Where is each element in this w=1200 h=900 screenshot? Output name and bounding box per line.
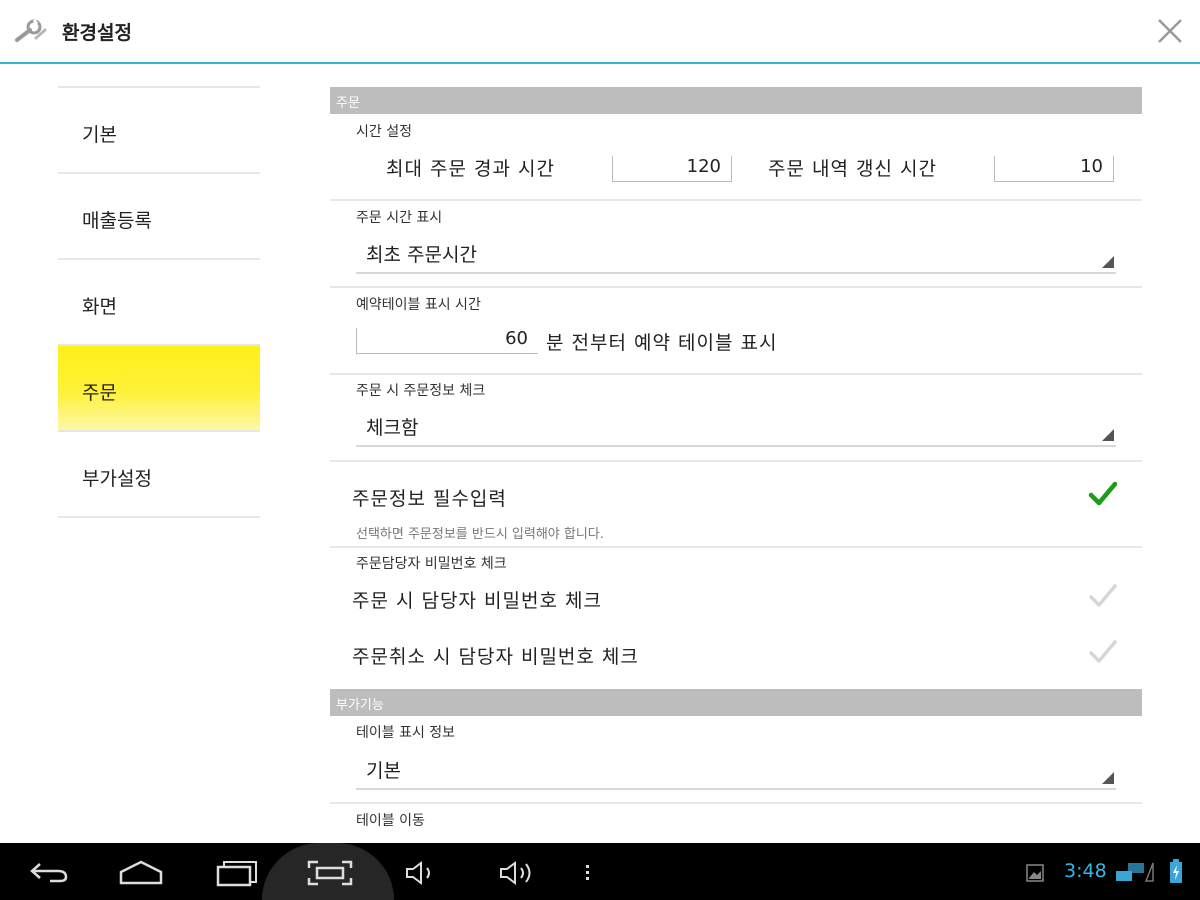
order-password-check-label: 주문 시 담당자 비밀번호 체크	[352, 590, 602, 612]
volume-down-button[interactable]	[400, 843, 450, 900]
volume-up-icon	[500, 861, 531, 885]
refresh-time-value: 10	[1080, 156, 1103, 177]
required-input-label: 주문정보 필수입력	[352, 488, 507, 510]
battery-icon	[1170, 859, 1182, 883]
subtitle-table-info: 테이블 표시 정보	[356, 725, 456, 741]
reservation-minutes-input[interactable]: 60	[356, 328, 538, 354]
reservation-suffix-label: 분 전부터 예약 테이블 표시	[546, 332, 778, 354]
screenshot-button[interactable]	[300, 843, 360, 900]
status-clock: 3:48	[1064, 860, 1107, 882]
divider	[58, 516, 260, 518]
sidebar-item-label: 매출등록	[82, 210, 152, 232]
divider	[330, 802, 1142, 804]
sidebar-item-label: 화면	[82, 296, 117, 318]
sidebar-item-extra[interactable]: 부가설정	[58, 430, 260, 516]
sidebar-item-basic[interactable]: 기본	[58, 86, 260, 172]
section-header-label: 주문	[336, 96, 360, 111]
network-icon	[1116, 862, 1154, 882]
settings-sidebar: 기본 매출등록 화면 주문 부가설정	[58, 86, 260, 518]
subtitle-password-check: 주문담당자 비밀번호 체크	[356, 556, 507, 572]
window-title: 환경설정	[62, 22, 132, 44]
reservation-minutes-value: 60	[505, 328, 528, 349]
required-input-hint: 선택하면 주문정보를 반드시 입력해야 합니다.	[356, 527, 604, 542]
max-elapsed-label: 최대 주문 경과 시간	[386, 158, 555, 180]
divider	[330, 546, 1142, 548]
sidebar-item-label: 부가설정	[82, 468, 152, 490]
volume-down-icon	[406, 861, 430, 885]
title-bar: 환경설정	[0, 0, 1200, 64]
sidebar-item-screen[interactable]: 화면	[58, 258, 260, 344]
back-icon	[30, 863, 68, 883]
refresh-time-label: 주문 내역 갱신 시간	[768, 158, 937, 180]
divider	[330, 286, 1142, 288]
sidebar-item-label: 주문	[82, 382, 117, 404]
dropdown-triangle-icon	[1102, 256, 1114, 268]
dropdown-triangle-icon	[1102, 772, 1114, 784]
home-icon	[119, 860, 163, 885]
sidebar-item-sales[interactable]: 매출등록	[58, 172, 260, 258]
section-header-extra: 부가기능	[330, 689, 1142, 716]
dropdown-triangle-icon	[1102, 429, 1114, 441]
wrench-icon	[15, 19, 47, 42]
info-check-dropdown[interactable]: 체크함	[356, 415, 1116, 447]
menu-button[interactable]	[578, 843, 598, 900]
divider	[330, 199, 1142, 201]
cancel-password-check-icon[interactable]	[1088, 638, 1118, 666]
recent-apps-icon	[216, 861, 257, 887]
screenshot-icon	[307, 860, 353, 886]
navigation-bar: 3:48	[0, 843, 1200, 900]
sidebar-item-order[interactable]: 주문	[58, 344, 260, 430]
volume-up-button[interactable]	[494, 843, 544, 900]
cancel-password-check-label: 주문취소 시 담당자 비밀번호 체크	[352, 646, 639, 668]
dropdown-value: 체크함	[366, 417, 419, 439]
recent-apps-button[interactable]	[208, 843, 268, 900]
max-elapsed-input[interactable]: 120	[612, 156, 732, 182]
subtitle-time-display: 주문 시간 표시	[356, 210, 443, 226]
close-icon[interactable]	[1156, 17, 1184, 45]
back-button[interactable]	[20, 843, 80, 900]
time-display-dropdown[interactable]: 최초 주문시간	[356, 242, 1116, 274]
gallery-notification-icon	[1026, 864, 1044, 882]
required-input-check-icon[interactable]	[1088, 480, 1118, 508]
subtitle-reservation: 예약테이블 표시 시간	[356, 297, 481, 313]
table-info-dropdown[interactable]: 기본	[356, 758, 1116, 790]
section-header-order: 주문	[330, 87, 1142, 114]
overflow-menu-icon	[586, 865, 589, 880]
refresh-time-input[interactable]: 10	[994, 156, 1114, 182]
section-header-label: 부가기능	[336, 698, 384, 713]
order-password-check-icon[interactable]	[1088, 582, 1118, 610]
max-elapsed-value: 120	[686, 156, 721, 177]
subtitle-table-move: 테이블 이동	[356, 813, 425, 829]
home-button[interactable]	[112, 843, 172, 900]
divider	[330, 460, 1142, 462]
sidebar-item-label: 기본	[82, 124, 117, 146]
divider	[330, 373, 1142, 375]
subtitle-time-setting: 시간 설정	[356, 124, 412, 140]
subtitle-info-check: 주문 시 주문정보 체크	[356, 383, 486, 399]
dropdown-value: 최초 주문시간	[366, 244, 477, 266]
dropdown-value: 기본	[366, 760, 401, 782]
